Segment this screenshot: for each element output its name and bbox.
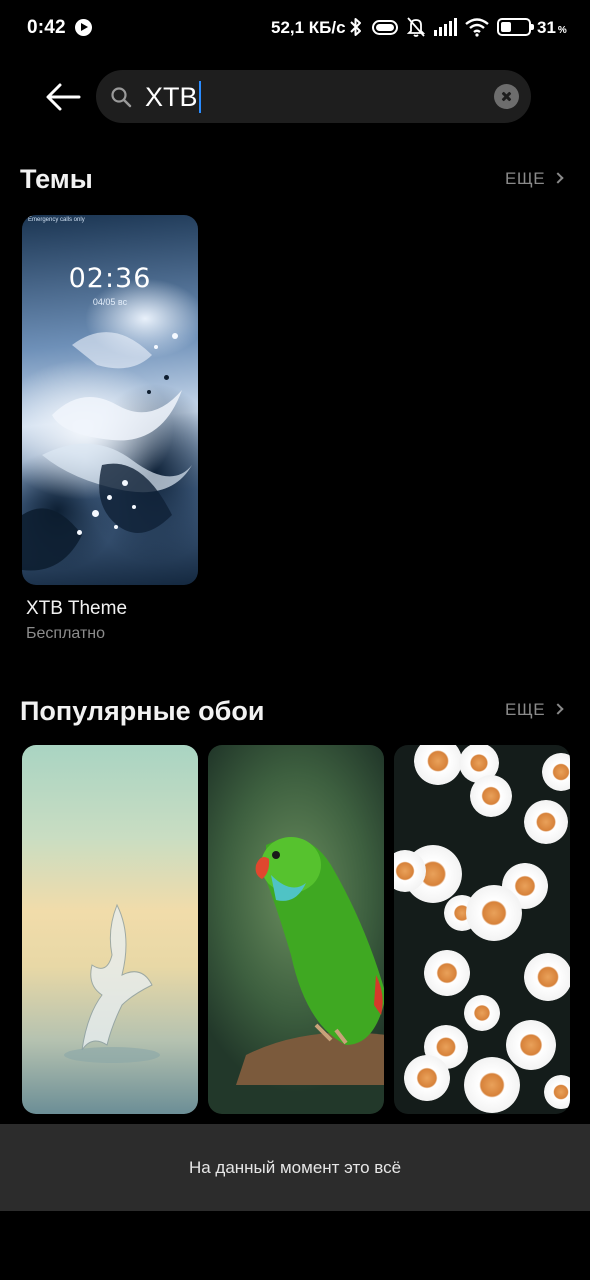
theme-preview-clock: 02:36 [68, 263, 152, 294]
bell-muted-icon [406, 17, 426, 37]
back-arrow-icon[interactable] [44, 80, 84, 114]
water-splash-art [64, 903, 160, 1063]
battery-icon [497, 18, 534, 36]
themes-more-link[interactable]: ЕЩЕ [505, 169, 564, 189]
daisy-flower [424, 950, 470, 996]
decor-dot [172, 333, 178, 339]
decor-dot [147, 390, 151, 394]
daisy-flower [542, 753, 570, 791]
status-bar: 0:42 52,1 КБ/с 31% [0, 0, 590, 56]
text-caret [198, 80, 201, 113]
chevron-right-icon [552, 172, 564, 184]
daisy-flower [506, 1020, 556, 1070]
decor-dot [114, 525, 118, 529]
decor-dot [122, 480, 128, 486]
daisy-flower [414, 745, 462, 785]
chevron-right-icon [552, 703, 564, 715]
theme-card[interactable]: Emergency calls only 02:36 04/05 вс [22, 215, 198, 585]
wallpapers-more-link[interactable]: ЕЩЕ [505, 700, 564, 720]
decor-dot [154, 345, 158, 349]
daisy-flower [404, 1055, 450, 1101]
daisy-flower [464, 1057, 520, 1113]
decor-dot [107, 495, 112, 500]
theme-price: Бесплатно [26, 625, 106, 642]
play-icon [75, 19, 92, 36]
daisy-flower [524, 953, 570, 1001]
daisy-flower [466, 885, 522, 941]
decor-dot [164, 375, 169, 380]
search-input[interactable]: XTB [145, 79, 201, 115]
search-icon [111, 87, 132, 108]
battery-percent: 31% [537, 18, 567, 37]
daisy-flower [544, 1075, 570, 1109]
wallpaper-daisies[interactable] [394, 745, 570, 1114]
parrot-art [236, 837, 384, 1085]
decor-dot [132, 505, 136, 509]
status-time: 0:42 [27, 17, 66, 38]
themes-section-title: Темы [20, 164, 93, 194]
wallpaper-green-parrot[interactable] [208, 745, 384, 1114]
signal-icon [434, 18, 457, 36]
search-bar[interactable]: XTB [96, 70, 531, 123]
wifi-icon [465, 18, 489, 37]
bluetooth-icon [350, 18, 361, 36]
daisy-flower [464, 995, 500, 1031]
decor-dot [77, 530, 82, 535]
toggle-icon [372, 20, 398, 35]
decor-dot [92, 510, 99, 517]
daisy-flower [524, 800, 568, 844]
clear-icon[interactable] [494, 84, 519, 109]
end-of-results-message: На данный момент это всё [188, 1158, 402, 1177]
theme-preview-date: 04/05 вс [92, 297, 128, 307]
wallpaper-water-splash[interactable] [22, 745, 198, 1114]
wallpapers-section-title: Популярные обои [20, 696, 265, 726]
preview-status-text: Emergency calls only [28, 217, 85, 223]
network-speed: 52,1 КБ/с [271, 18, 346, 37]
daisy-flower [470, 775, 512, 817]
theme-name[interactable]: XTB Theme [26, 598, 127, 620]
end-of-results-bar: На данный момент это всё [0, 1124, 590, 1211]
